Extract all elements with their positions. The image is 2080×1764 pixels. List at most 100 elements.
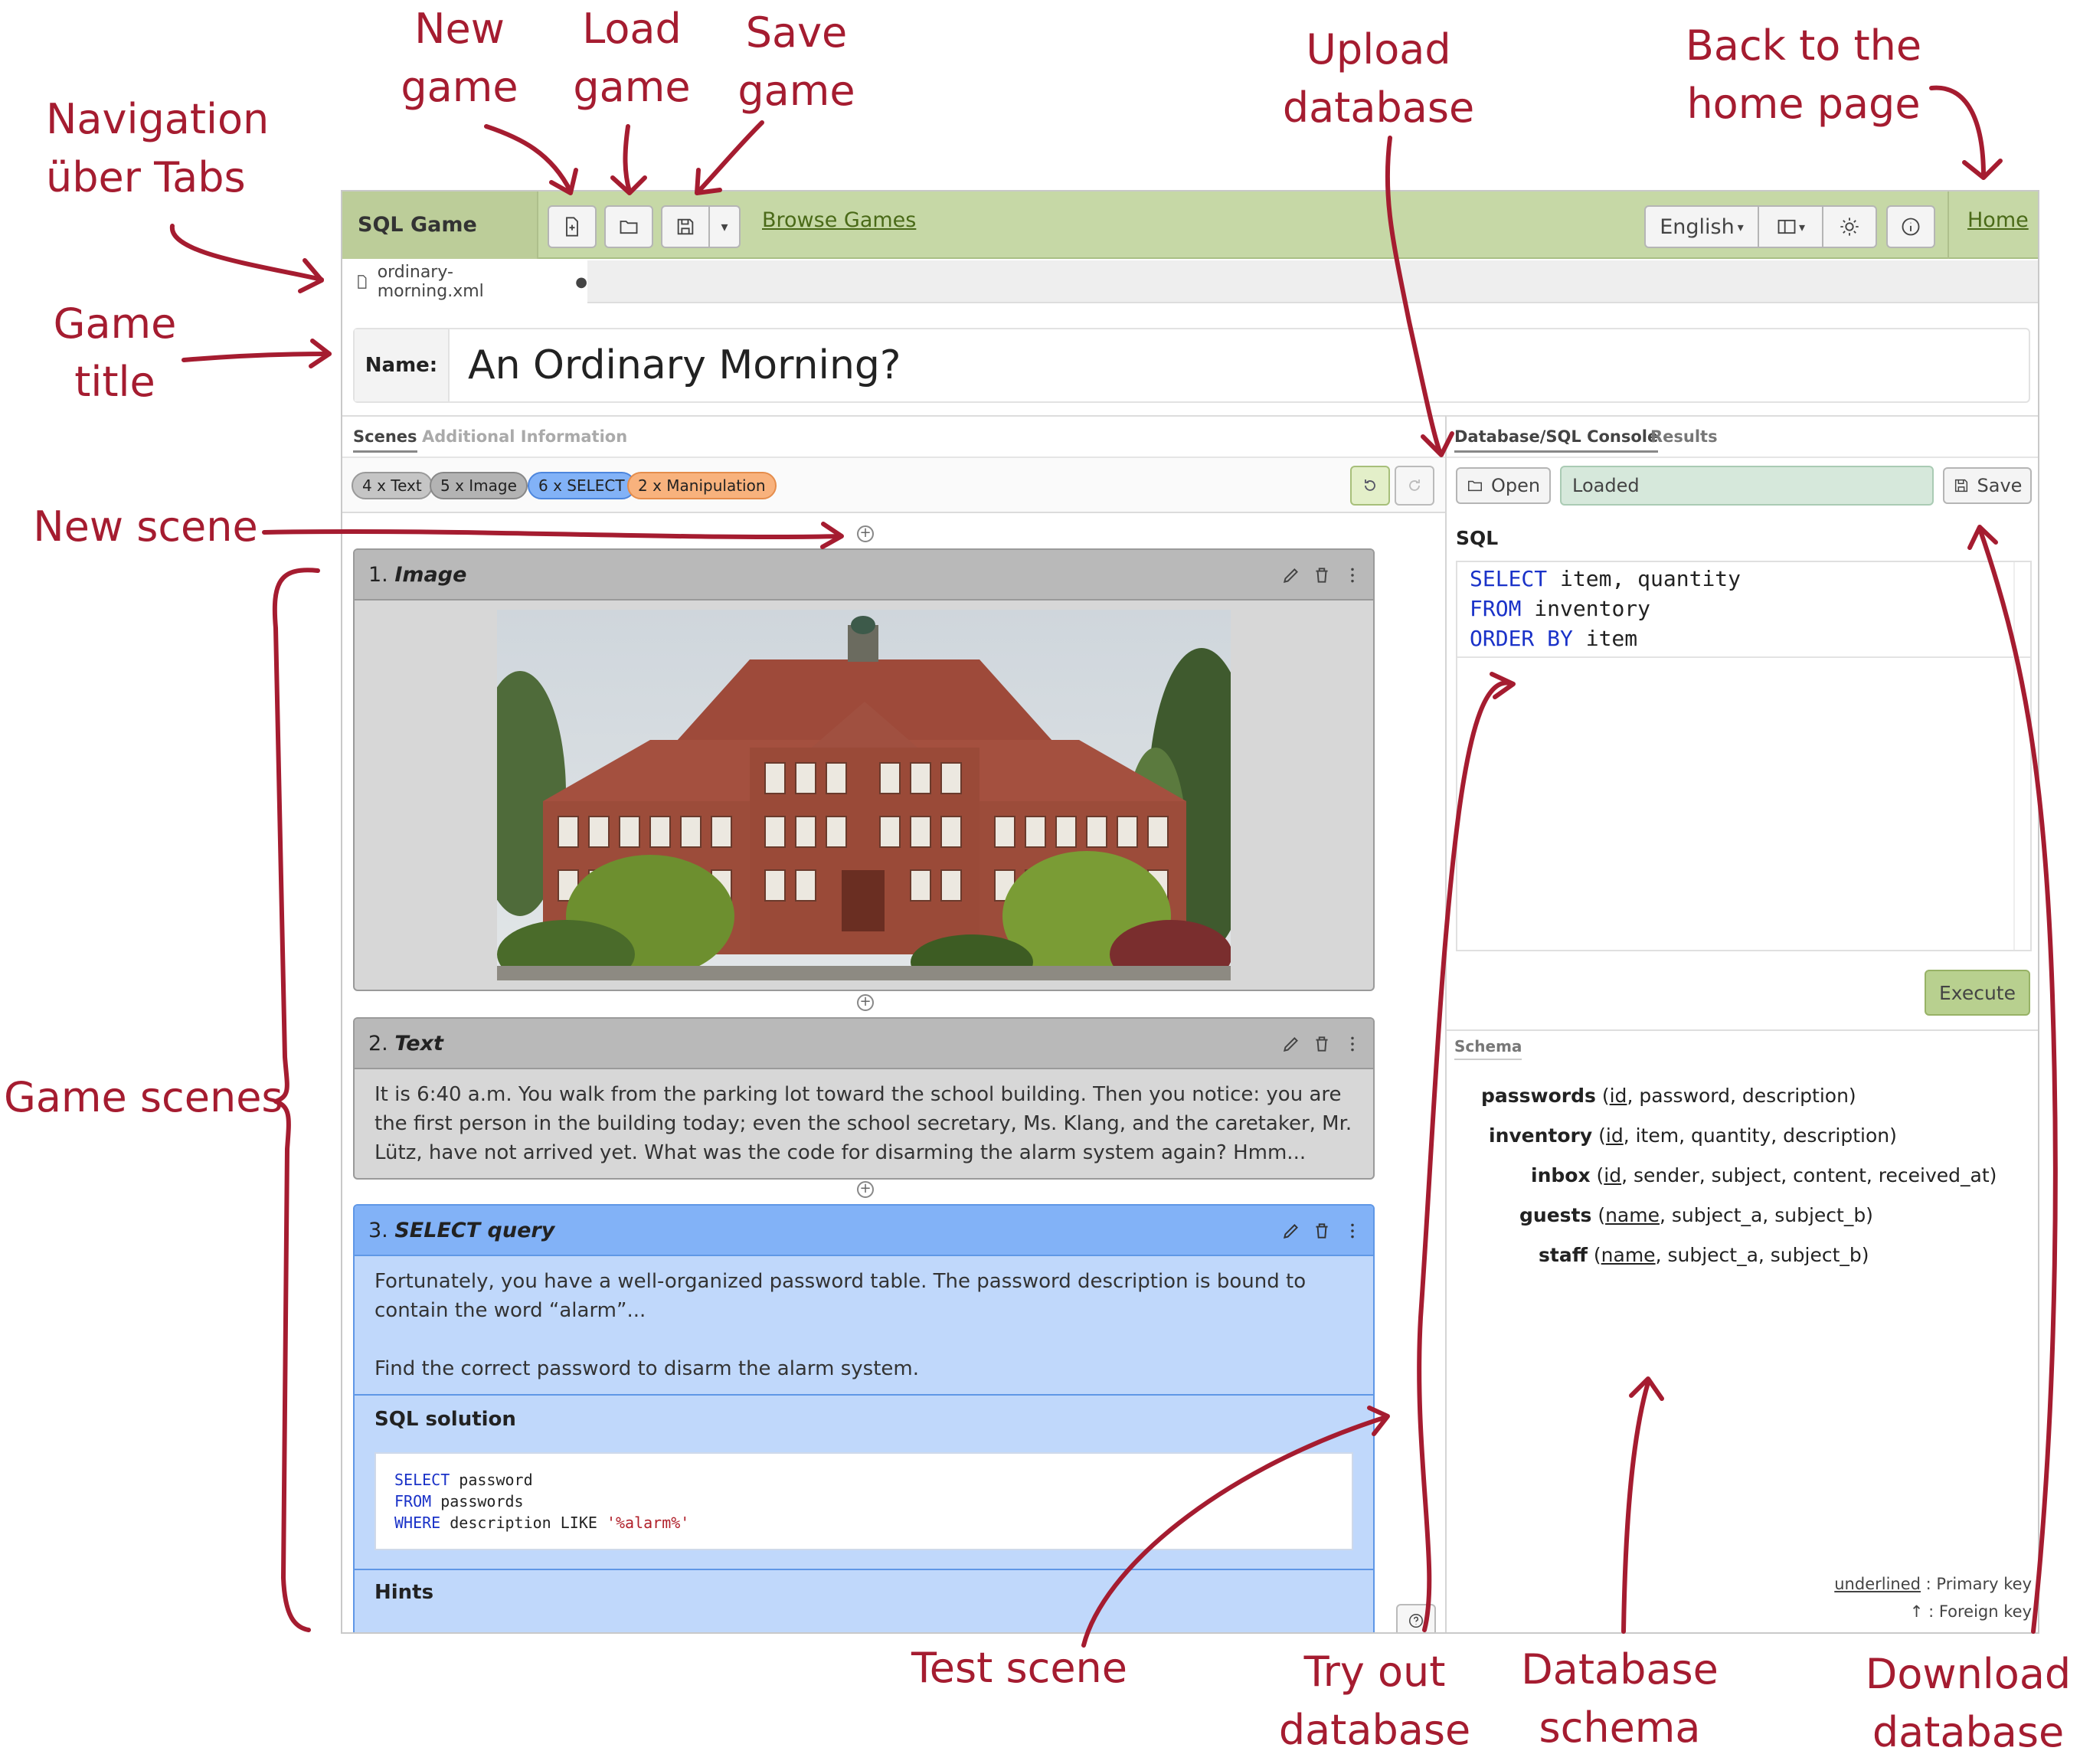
- schema-table-inventory: inventory (id, item, quantity, descripti…: [1489, 1124, 1897, 1147]
- edit-pencil-icon[interactable]: [1281, 1221, 1301, 1241]
- arrow-navigation: [169, 224, 324, 282]
- info-button[interactable]: [1886, 205, 1935, 248]
- hints-section[interactable]: Hints: [355, 1569, 1373, 1615]
- editor-scrollbar[interactable]: [2013, 562, 2030, 950]
- sun-icon: [1840, 218, 1859, 236]
- caret-down-icon: ▾: [721, 218, 728, 235]
- new-game-button[interactable]: [548, 205, 597, 248]
- scene-actions: [1281, 1206, 1362, 1256]
- annotation-database-schema: Database schema: [1521, 1645, 1719, 1752]
- home-link[interactable]: Home: [1967, 208, 2029, 232]
- sql-solution-code[interactable]: SELECT password FROM passwords WHERE des…: [374, 1452, 1353, 1550]
- badge-image-count: 5 x Image: [430, 472, 528, 499]
- navbar: SQL Game Editor ▾ Browse Games English▾ …: [342, 191, 2038, 304]
- scene-badge-bar: 4 x Text 5 x Image 6 x SELECT 2 x Manipu…: [342, 457, 1445, 513]
- scene-card-select-query: 3. SELECT query Fortunately, you have a …: [353, 1204, 1375, 1632]
- scene-text: Fortunately, you have a well-organized p…: [374, 1270, 1307, 1322]
- tab-results[interactable]: Results: [1650, 427, 1718, 446]
- add-scene-button[interactable]: +: [857, 525, 874, 542]
- game-title-input[interactable]: An Ordinary Morning?: [468, 329, 901, 401]
- floppy-disk-icon: [1954, 479, 1967, 493]
- drag-handle-icon[interactable]: [1343, 1221, 1362, 1241]
- schema-table-guests: guests (name, subject_a, subject_b): [1519, 1204, 1873, 1226]
- annotation-game-scenes: Game scenes: [4, 1073, 283, 1121]
- schema-table-staff: staff (name, subject_a, subject_b): [1539, 1244, 1869, 1266]
- open-database-button[interactable]: Open: [1456, 467, 1551, 504]
- undo-button[interactable]: [1350, 466, 1390, 506]
- save-database-button[interactable]: Save: [1943, 467, 2032, 504]
- unsaved-indicator: ●: [575, 273, 587, 290]
- scene-card-text: 2. Text It is 6:40 a.m. You walk from th…: [353, 1017, 1375, 1180]
- database-console-pane: Database/SQL Console Results Open Loaded…: [1445, 415, 2038, 1632]
- theme-toggle-button[interactable]: [1822, 205, 1877, 248]
- annotation-upload-database: Upload database: [1282, 25, 1475, 132]
- tab-database-console[interactable]: Database/SQL Console: [1454, 427, 1659, 453]
- scene-image: [497, 610, 1231, 980]
- edit-pencil-icon[interactable]: [1281, 565, 1301, 585]
- sql-label: SQL: [1456, 527, 1499, 549]
- school-building-photo: [497, 610, 1231, 980]
- annotation-download-database: Download database: [1865, 1650, 2072, 1756]
- scene-actions: [1281, 1019, 1362, 1069]
- arrow-game-title: [182, 352, 332, 362]
- scenes-pane: Scenes Additional Information 4 x Text 5…: [342, 415, 1445, 1632]
- arrow-load-game: [623, 124, 632, 194]
- schema-table-passwords: passwords (id, password, description): [1481, 1085, 1856, 1107]
- trash-icon[interactable]: [1312, 1034, 1332, 1054]
- annotation-test-scene: Test scene: [911, 1644, 1127, 1692]
- tab-additional-information[interactable]: Additional Information: [422, 427, 627, 446]
- schema-legend-fk: ↑ : Foreign key: [1909, 1602, 2032, 1621]
- scene-actions: [1281, 550, 1362, 601]
- test-scene-button[interactable]: [1396, 1604, 1436, 1632]
- sql-solution-label: SQL solution: [374, 1408, 516, 1431]
- annotation-new-scene: New scene: [33, 502, 258, 551]
- database-status-field: Loaded: [1560, 466, 1934, 506]
- app-window: SQL Game Editor ▾ Browse Games English▾ …: [341, 190, 2039, 1634]
- annotation-save-game: Save game: [737, 8, 855, 115]
- scene-text: It is 6:40 a.m. You walk from the parkin…: [374, 1083, 1352, 1164]
- sql-solution-section: SQL solution SELECT password FROM passwo…: [355, 1394, 1373, 1550]
- question-circle-icon: [1409, 1614, 1423, 1628]
- app-brand: SQL Game Editor: [342, 191, 538, 304]
- add-scene-button[interactable]: +: [857, 994, 874, 1011]
- arrow-new-game: [484, 124, 573, 194]
- browse-games-link[interactable]: Browse Games: [762, 208, 916, 232]
- schema-legend-pk: underlined : Primary key: [1834, 1575, 2032, 1593]
- scene-header[interactable]: 3. SELECT query: [355, 1206, 1373, 1256]
- redo-button[interactable]: [1395, 466, 1434, 506]
- save-game-button[interactable]: [661, 205, 710, 248]
- file-tab-bar: ordinary-morning.xml ●: [342, 260, 2038, 303]
- add-scene-button[interactable]: +: [857, 1181, 874, 1198]
- tab-scenes[interactable]: Scenes: [353, 427, 417, 453]
- trash-icon[interactable]: [1312, 565, 1332, 585]
- navbar-divider: [1948, 191, 1949, 259]
- annotation-load-game: Load game: [573, 5, 691, 111]
- execute-button[interactable]: Execute: [1925, 970, 2030, 1016]
- scene-header[interactable]: 2. Text: [355, 1019, 1373, 1069]
- language-dropdown[interactable]: English ▾: [1644, 205, 1759, 248]
- edit-pencil-icon[interactable]: [1281, 1034, 1301, 1054]
- drag-handle-icon[interactable]: [1343, 1034, 1362, 1054]
- name-label: Name:: [355, 329, 450, 401]
- load-game-button[interactable]: [604, 205, 653, 248]
- save-dropdown-button[interactable]: ▾: [708, 205, 741, 248]
- scene-header[interactable]: 1. Image: [355, 550, 1373, 601]
- file-icon: [358, 275, 367, 289]
- annotation-back-home: Back to the home page: [1685, 21, 1922, 128]
- sql-editor[interactable]: SELECT item, quantity FROM inventory ORD…: [1456, 561, 2032, 951]
- drag-handle-icon[interactable]: [1343, 565, 1362, 585]
- scene-card-image: 1. Image: [353, 548, 1375, 991]
- scene-task: Find the correct password to disarm the …: [374, 1357, 919, 1380]
- sql-editor-lines: SELECT item, quantity FROM inventory ORD…: [1457, 562, 2030, 658]
- folder-icon: [1467, 480, 1482, 492]
- caret-down-icon: ▾: [1737, 219, 1744, 234]
- trash-icon[interactable]: [1312, 1221, 1332, 1241]
- tab-ordinary-morning[interactable]: ordinary-morning.xml ●: [342, 260, 587, 303]
- hints-label: Hints: [374, 1581, 434, 1604]
- undo-icon: [1365, 479, 1375, 491]
- folder-icon: [620, 221, 638, 234]
- schema-label: Schema: [1454, 1037, 1522, 1060]
- badge-manipulation-count: 2 x Manipulation: [627, 472, 777, 499]
- layout-columns-icon: [1777, 219, 1796, 234]
- layout-dropdown[interactable]: ▾: [1758, 205, 1823, 248]
